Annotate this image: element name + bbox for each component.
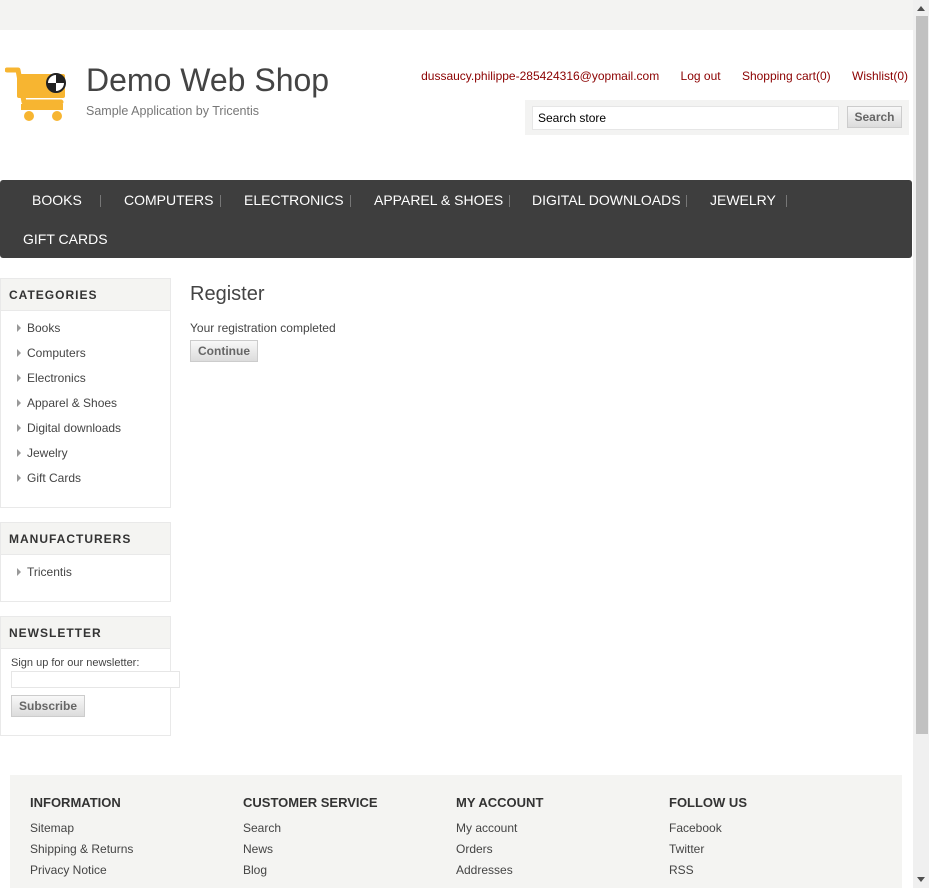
footer-my-account: MY ACCOUNT My account Orders Addresses (456, 795, 543, 884)
newsletter-label: Sign up for our newsletter: (11, 657, 140, 669)
footer-link-my-account[interactable]: My account (456, 821, 543, 842)
scroll-up-arrow-icon[interactable] (917, 6, 925, 11)
continue-button[interactable]: Continue (190, 340, 258, 362)
registration-result: Your registration completed (190, 321, 336, 335)
menu-item-gift-cards[interactable]: GIFT CARDS (23, 231, 108, 247)
page-title: Register (190, 283, 265, 305)
footer-link-rss[interactable]: RSS (669, 863, 747, 884)
categories-title: CATEGORIES (1, 279, 170, 311)
menu-separator (350, 195, 351, 207)
vertical-scrollbar[interactable] (913, 0, 929, 888)
shopping-cart-link[interactable]: Shopping cart(0) (742, 69, 831, 83)
category-electronics[interactable]: Electronics (1, 366, 170, 391)
category-apparel-shoes[interactable]: Apparel & Shoes (1, 391, 170, 416)
category-gift-cards[interactable]: Gift Cards (1, 466, 170, 491)
category-computers[interactable]: Computers (1, 341, 170, 366)
category-digital-downloads[interactable]: Digital downloads (1, 416, 170, 441)
menu-item-digital-downloads[interactable]: DIGITAL DOWNLOADS (532, 192, 681, 208)
footer-link-orders[interactable]: Orders (456, 842, 543, 863)
browser-top-strip (0, 0, 913, 30)
subscribe-button[interactable]: Subscribe (11, 695, 85, 717)
category-jewelry[interactable]: Jewelry (1, 441, 170, 466)
footer: INFORMATION Sitemap Shipping & Returns P… (10, 775, 902, 888)
footer-link-sitemap[interactable]: Sitemap (30, 821, 133, 842)
newsletter-email-input[interactable] (11, 671, 180, 688)
menu-item-computers[interactable]: COMPUTERS (124, 192, 213, 208)
menu-separator (100, 195, 101, 207)
triangle-right-icon (17, 324, 21, 332)
triangle-right-icon (17, 449, 21, 457)
footer-link-news[interactable]: News (243, 842, 378, 863)
triangle-right-icon (17, 399, 21, 407)
footer-column-title: CUSTOMER SERVICE (243, 795, 378, 810)
search-input[interactable] (532, 106, 839, 130)
menu-separator (686, 195, 687, 207)
scroll-down-arrow-icon[interactable] (917, 877, 925, 882)
triangle-right-icon (17, 474, 21, 482)
menu-separator (220, 195, 221, 207)
scrollbar-thumb[interactable] (916, 16, 928, 734)
footer-column-title: MY ACCOUNT (456, 795, 544, 810)
footer-link-privacy-notice[interactable]: Privacy Notice (30, 863, 133, 884)
site-title[interactable]: Demo Web Shop (86, 62, 329, 99)
triangle-right-icon (17, 424, 21, 432)
manufacturers-title: MANUFACTURERS (1, 523, 170, 555)
menu-item-electronics[interactable]: ELECTRONICS (244, 192, 344, 208)
search-box: Search (525, 100, 909, 135)
wishlist-link[interactable]: Wishlist(0) (852, 69, 908, 83)
category-books[interactable]: Books (1, 316, 170, 341)
categories-block: CATEGORIES Books Computers Electronics A… (0, 278, 171, 508)
footer-link-blog[interactable]: Blog (243, 863, 378, 884)
manufacturers-block: MANUFACTURERS Tricentis (0, 522, 171, 602)
newsletter-block: NEWSLETTER Sign up for our newsletter: S… (0, 616, 180, 736)
triangle-right-icon (17, 568, 21, 576)
footer-information: INFORMATION Sitemap Shipping & Returns P… (30, 795, 133, 884)
header-links: dussaucy.philippe-285424316@yopmail.com … (421, 69, 908, 83)
manufacturer-tricentis[interactable]: Tricentis (1, 560, 170, 585)
menu-item-apparel-shoes[interactable]: APPAREL & SHOES (374, 192, 503, 208)
footer-column-title: FOLLOW US (669, 795, 747, 810)
footer-link-twitter[interactable]: Twitter (669, 842, 747, 863)
search-button[interactable]: Search (847, 106, 902, 128)
menu-item-jewelry[interactable]: JEWELRY (710, 192, 776, 208)
shopping-cart-icon[interactable] (5, 66, 71, 124)
footer-link-facebook[interactable]: Facebook (669, 821, 747, 842)
account-link[interactable]: dussaucy.philippe-285424316@yopmail.com (421, 69, 659, 83)
triangle-right-icon (17, 349, 21, 357)
top-menu: BOOKS COMPUTERS ELECTRONICS APPAREL & SH… (0, 180, 912, 258)
logout-link[interactable]: Log out (681, 69, 721, 83)
menu-separator (509, 195, 510, 207)
site-subtitle: Sample Application by Tricentis (86, 104, 260, 118)
triangle-right-icon (17, 374, 21, 382)
footer-link-addresses[interactable]: Addresses (456, 863, 543, 884)
footer-column-title: INFORMATION (30, 795, 121, 810)
footer-customer-service: CUSTOMER SERVICE Search News Blog (243, 795, 378, 884)
menu-separator (786, 195, 787, 207)
footer-link-search[interactable]: Search (243, 821, 378, 842)
newsletter-title: NEWSLETTER (1, 617, 170, 649)
menu-item-books[interactable]: BOOKS (32, 192, 82, 208)
footer-follow-us: FOLLOW US Facebook Twitter RSS (669, 795, 747, 884)
footer-link-shipping-returns[interactable]: Shipping & Returns (30, 842, 133, 863)
